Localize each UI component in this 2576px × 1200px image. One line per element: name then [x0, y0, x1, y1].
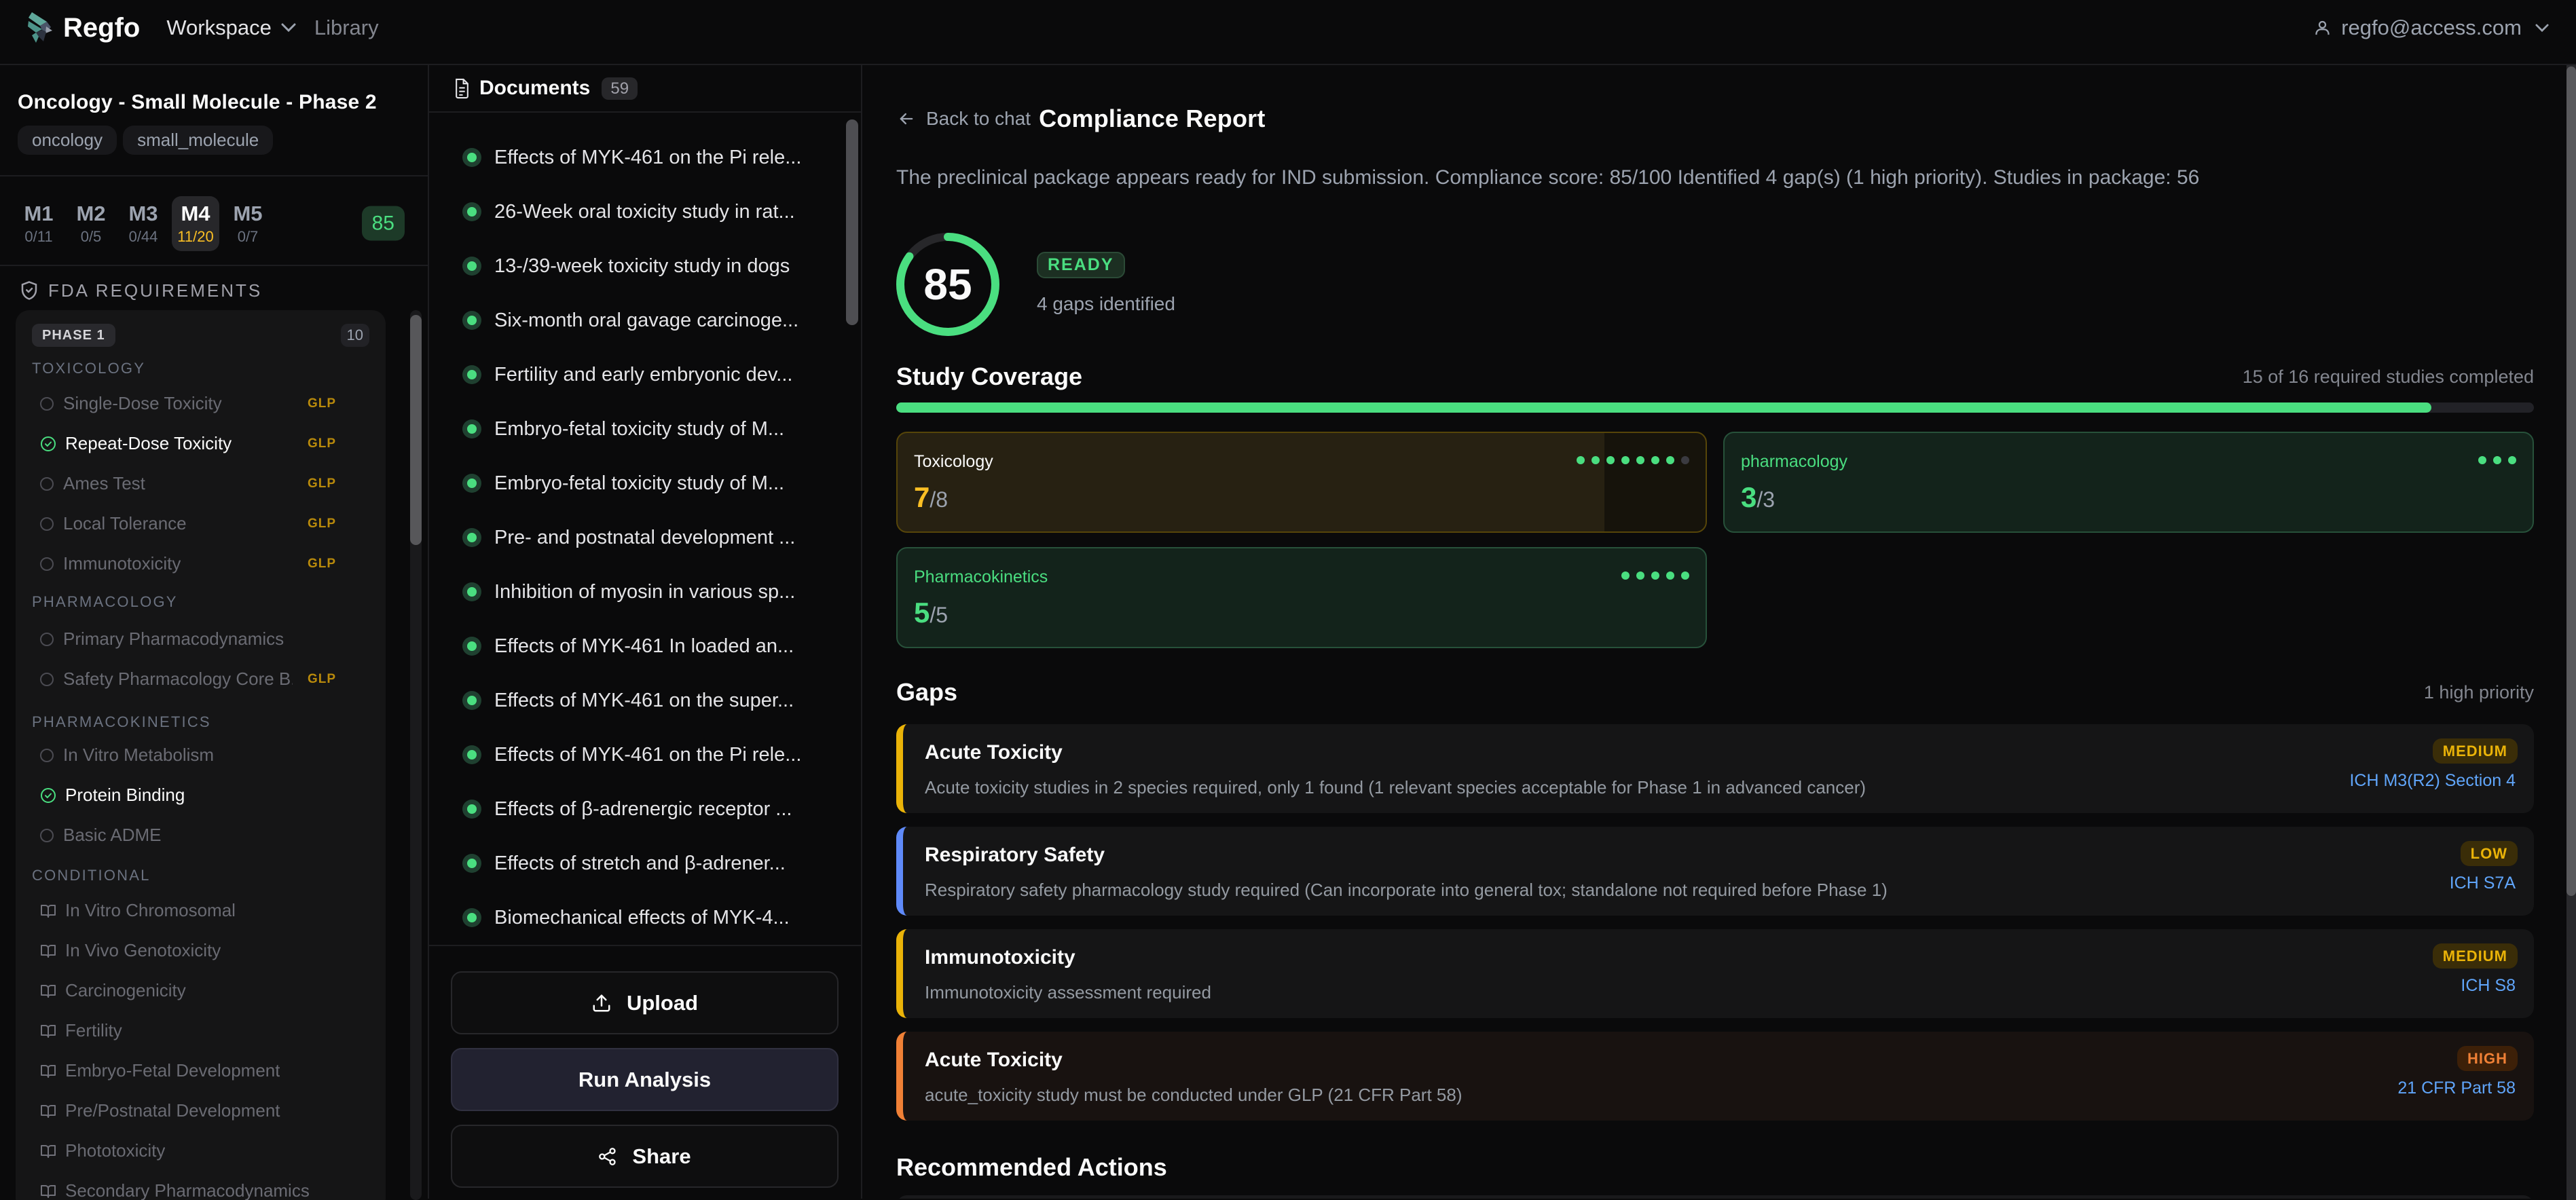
svg-text:85: 85 — [923, 260, 972, 309]
